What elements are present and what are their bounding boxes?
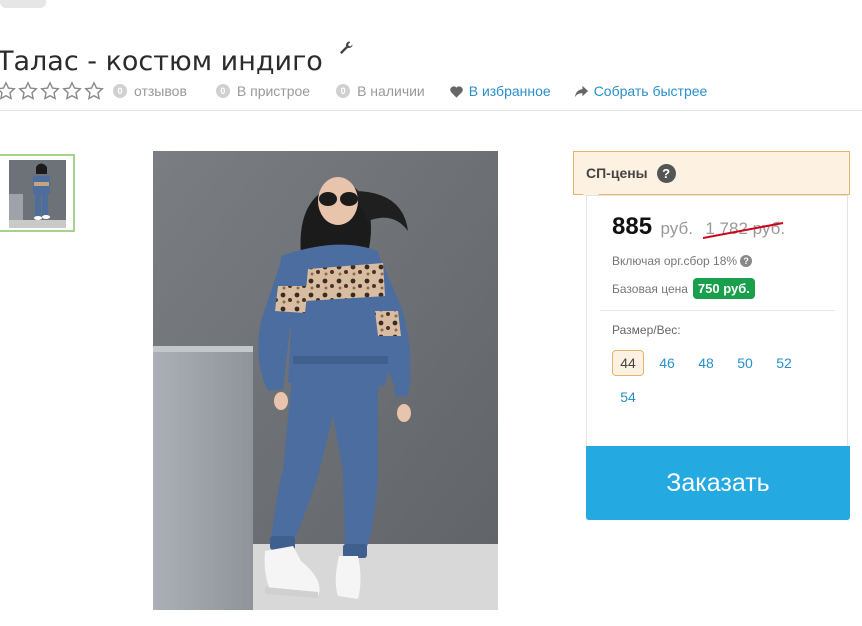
share-arrow-icon [574, 85, 588, 97]
fee-help-icon[interactable]: ? [740, 255, 753, 267]
size-option[interactable]: 44 [612, 350, 644, 376]
sp-prices-title: СП-цены [586, 165, 648, 181]
favorites-label: В избранное [468, 83, 551, 99]
size-label: Размер/Вес: [612, 323, 681, 337]
reviews-info[interactable]: 0 отзывов [113, 83, 187, 99]
product-main-image[interactable] [153, 151, 498, 610]
order-button[interactable]: Заказать [586, 446, 850, 520]
collect-faster-link[interactable]: Собрать быстрее [574, 83, 708, 99]
product-meta-bar: 0 отзывов 0 В пристрое 0 В наличии В изб… [0, 80, 707, 102]
old-price-strike [703, 222, 784, 239]
add-to-favorites-link[interactable]: В избранное [449, 83, 551, 99]
rating-stars[interactable] [0, 81, 104, 101]
stock-info: 0 В наличии [336, 83, 425, 99]
base-price-label: Базовая цена [612, 281, 688, 296]
price-panel: СП-цены ? 885 руб. 1 782 руб. Включая ор… [573, 151, 850, 520]
sp-prices-header: СП-цены ? [573, 151, 850, 195]
collect-faster-label: Собрать быстрее [593, 83, 708, 99]
size-option[interactable]: 52 [768, 350, 800, 376]
size-option[interactable]: 54 [612, 384, 644, 410]
heart-icon [450, 85, 463, 98]
prebuild-info: 0 В пристрое [215, 83, 311, 99]
size-option[interactable]: 48 [690, 350, 722, 376]
top-tab-stub [0, 0, 46, 8]
org-fee-text: Включая орг.сбор 18% [612, 254, 738, 268]
base-price-badge: 750 руб. [692, 278, 755, 299]
star-icon[interactable] [40, 81, 60, 101]
prebuild-label: В пристрое [236, 83, 311, 99]
current-price-currency: руб. [660, 219, 693, 238]
star-icon[interactable] [18, 81, 38, 101]
size-options: 44 46 48 50 52 54 [612, 350, 812, 410]
edit-wrench-icon[interactable] [338, 40, 354, 56]
reviews-count-badge: 0 [113, 84, 127, 98]
star-icon[interactable] [0, 81, 16, 101]
star-icon[interactable] [84, 81, 104, 101]
header-divider [0, 110, 862, 111]
star-icon[interactable] [62, 81, 82, 101]
old-price: 1 782 руб. [703, 219, 785, 239]
product-title: Талас - костюм индиго [0, 46, 323, 78]
stock-label: В наличии [357, 83, 425, 99]
org-fee-note: Включая орг.сбор 18% ? [612, 254, 753, 268]
product-photo-illustration [153, 151, 498, 610]
price-divider [600, 310, 835, 311]
help-icon[interactable]: ? [656, 163, 676, 183]
prebuild-count-badge: 0 [215, 84, 230, 98]
reviews-label: отзывов [134, 83, 187, 99]
product-thumbnail[interactable] [0, 154, 75, 232]
current-price: 885 [612, 213, 653, 240]
size-option[interactable]: 50 [729, 350, 761, 376]
thumbnail-image [9, 160, 66, 228]
stock-count-badge: 0 [336, 84, 351, 98]
size-option[interactable]: 46 [651, 350, 683, 376]
price-row: 885 руб. 1 782 руб. [612, 213, 785, 241]
base-price-row: Базовая цена 750 руб. [612, 278, 755, 299]
